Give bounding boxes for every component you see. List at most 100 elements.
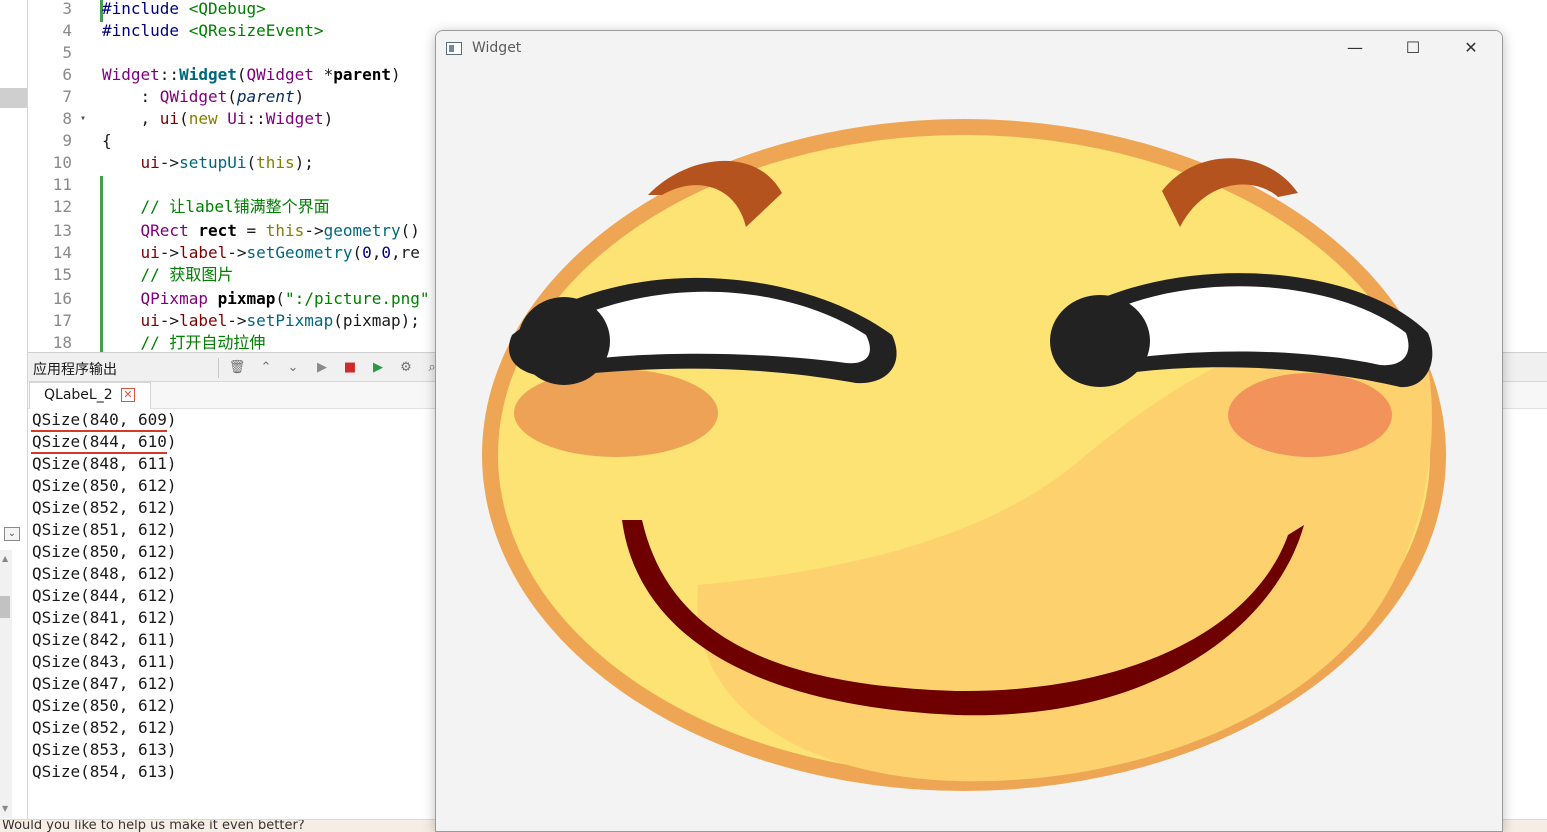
- code-token: ":/picture.png": [285, 289, 430, 308]
- code-token: ui: [159, 109, 180, 128]
- code-token: ::: [246, 109, 266, 128]
- close-icon[interactable]: ✕: [121, 388, 135, 402]
- annotation-underline: [31, 452, 167, 454]
- line-number: 3: [62, 0, 72, 18]
- collapse-pane-icon[interactable]: ⌄: [4, 527, 20, 541]
- right-pupil: [1050, 295, 1150, 387]
- line-number: 9: [62, 131, 72, 150]
- code-text: : QWidget(parent): [102, 86, 305, 108]
- code-token: (: [352, 243, 363, 262]
- scroll-down-icon[interactable]: ▼: [2, 804, 8, 813]
- code-token: pixmap: [217, 289, 276, 308]
- stop-icon[interactable]: ■: [341, 359, 359, 377]
- output-line: QSize(852, 612): [32, 498, 177, 517]
- code-token: ): [323, 109, 334, 128]
- code-token: parent: [236, 87, 295, 106]
- code-token: ->: [159, 311, 180, 330]
- line-number: 18: [52, 333, 72, 352]
- code-token: QPixmap: [140, 289, 208, 308]
- code-token: setupUi: [179, 153, 247, 172]
- code-text: #include <QResizeEvent>: [102, 20, 324, 42]
- code-token: ,re: [391, 243, 420, 262]
- code-token: setPixmap: [246, 311, 334, 330]
- line-number: 10: [52, 153, 72, 172]
- code-token: parent: [333, 65, 391, 84]
- code-token: Widget: [102, 65, 160, 84]
- strip-marker[interactable]: [0, 88, 27, 108]
- code-token: :: [102, 87, 160, 106]
- line-number: 15: [52, 265, 72, 284]
- code-text: , ui(new Ui::Widget): [102, 108, 334, 130]
- output-line: QSize(854, 613): [32, 762, 177, 781]
- close-window-button[interactable]: ✕: [1442, 31, 1500, 65]
- code-token: label: [179, 243, 228, 262]
- code-token: Widget: [179, 65, 237, 84]
- code-token: ): [391, 65, 401, 84]
- run-icon[interactable]: ▶: [313, 359, 331, 377]
- arrow-up-icon[interactable]: ⌃: [257, 359, 275, 377]
- code-token: #include: [102, 0, 189, 18]
- arrow-down-icon[interactable]: ⌄: [284, 359, 302, 377]
- code-token: QRect: [140, 221, 189, 240]
- code-text: QPixmap pixmap(":/picture.png": [102, 288, 430, 310]
- code-token: (: [275, 289, 286, 308]
- code-text: // 获取图片: [102, 264, 234, 286]
- scroll-up-icon[interactable]: ▲: [2, 554, 8, 563]
- tab-label: QLabeL_2: [44, 387, 113, 403]
- settings-icon[interactable]: ⚙: [397, 359, 415, 377]
- scrollbar-thumb[interactable]: [0, 596, 10, 618]
- code-token: (: [227, 87, 237, 106]
- maximize-button[interactable]: ☐: [1384, 31, 1442, 65]
- toolbar-divider: [218, 358, 219, 378]
- code-text: ui->label->setGeometry(0,0,re: [102, 242, 420, 264]
- code-token: ): [294, 87, 305, 106]
- output-line: QSize(850, 612): [32, 542, 177, 561]
- code-token: (: [246, 153, 257, 172]
- code-text: ui->setupUi(this);: [102, 152, 314, 174]
- code-token: *: [313, 65, 334, 84]
- output-line: QSize(841, 612): [32, 608, 177, 627]
- code-token: QWidget: [159, 87, 228, 106]
- line-number: 14: [52, 243, 72, 262]
- line-number: 11: [52, 175, 72, 194]
- line-number: 5: [62, 43, 72, 62]
- line-number: 7: [62, 87, 72, 106]
- output-line: QSize(840, 609): [32, 410, 177, 429]
- code-text: #include <QDebug>: [102, 0, 266, 20]
- output-line: QSize(844, 612): [32, 586, 177, 605]
- output-line: QSize(847, 612): [32, 674, 177, 693]
- trash-icon[interactable]: 🗑: [228, 359, 246, 377]
- widget-window[interactable]: Widget — ☐ ✕: [435, 30, 1503, 832]
- smiling-emoji-image: [482, 119, 1446, 791]
- line-number: 16: [52, 289, 72, 308]
- code-token: #include: [102, 21, 189, 40]
- line-number: 12: [52, 197, 72, 216]
- code-token: this: [256, 153, 295, 172]
- output-line: QSize(852, 612): [32, 718, 177, 737]
- code-token: 0: [362, 243, 372, 262]
- left-pupil: [518, 297, 610, 385]
- fold-arrow-icon[interactable]: ▾: [80, 108, 86, 130]
- code-token: // 获取图片: [102, 265, 234, 284]
- code-token: <QResizeEvent>: [188, 21, 324, 40]
- code-token: ui: [140, 243, 160, 262]
- window-titlebar[interactable]: Widget — ☐ ✕: [436, 31, 1502, 65]
- code-token: ,: [371, 243, 382, 262]
- code-token: ui: [140, 311, 160, 330]
- code-token: ->: [227, 311, 247, 330]
- code-token: (pixmap);: [333, 311, 420, 330]
- code-token: // 打开自动拉伸: [102, 333, 266, 352]
- line-number: 6: [62, 65, 72, 84]
- minimize-button[interactable]: —: [1326, 31, 1384, 65]
- code-line[interactable]: 3 #include <QDebug>: [28, 0, 1547, 20]
- feedback-prompt[interactable]: Would you like to help us make it even b…: [2, 820, 305, 832]
- tab-application-output[interactable]: QLabeL_2 ✕: [29, 382, 151, 409]
- output-vertical-scrollbar[interactable]: ▲ ▼: [0, 550, 12, 818]
- run-debug-icon[interactable]: ▶: [369, 359, 387, 377]
- code-token: (): [400, 221, 420, 240]
